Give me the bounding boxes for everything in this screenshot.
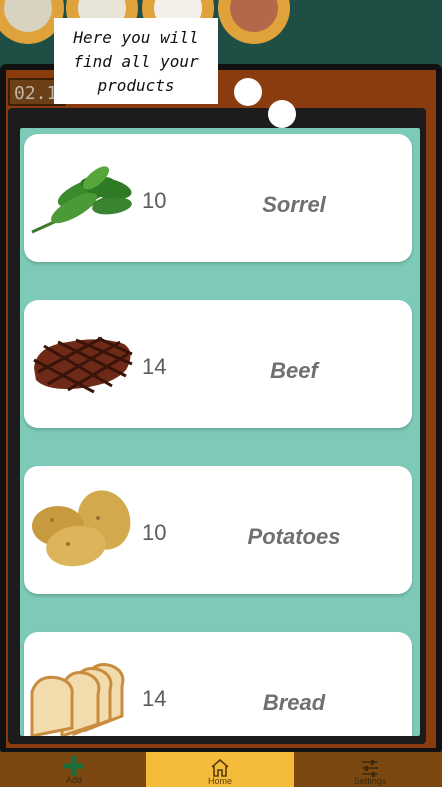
product-name: Sorrel <box>262 192 326 217</box>
product-card-beef[interactable]: 14 Beef <box>24 300 412 428</box>
potatoes-image <box>32 490 131 567</box>
home-icon <box>211 758 229 777</box>
product-quantity: 14 <box>142 686 167 711</box>
plus-icon <box>64 756 84 776</box>
nav-home-label: Home <box>207 776 232 786</box>
sorrel-image <box>31 166 132 234</box>
product-card-sorrel[interactable]: 10 Sorrel <box>24 134 412 262</box>
nav-settings-label: Settings <box>353 776 387 786</box>
product-name: Beef <box>270 358 318 383</box>
beef-image <box>33 336 133 394</box>
nav-settings[interactable]: Settings <box>296 752 442 787</box>
top-product-thumb[interactable] <box>218 0 290 44</box>
product-quantity: 10 <box>142 188 167 213</box>
nav-add-label: Add <box>65 775 82 785</box>
product-list[interactable]: 10 Sorrel 14 Beef 10 Potatoes 14 Bread <box>20 128 420 736</box>
bottom-navigation: Add Home Settings <box>0 752 442 787</box>
tutorial-pointer-dot <box>234 78 262 106</box>
tooltip-line: find all your <box>73 52 199 71</box>
nav-add[interactable]: Add <box>0 752 148 787</box>
product-quantity: 10 <box>142 520 167 545</box>
tutorial-pointer-dot <box>268 100 296 128</box>
nav-home[interactable]: Home <box>146 752 294 787</box>
product-card-potatoes[interactable]: 10 Potatoes <box>24 466 412 594</box>
product-name: Bread <box>262 690 326 715</box>
tooltip-line: Here you will <box>73 28 199 47</box>
product-card-bread[interactable]: 14 Bread <box>24 632 412 736</box>
product-name: Potatoes <box>247 524 341 549</box>
product-quantity: 14 <box>142 354 167 379</box>
tutorial-tooltip[interactable]: Here you will find all your products <box>54 18 218 104</box>
sliders-icon <box>362 760 378 777</box>
tooltip-line: products <box>97 76 175 95</box>
bread-image <box>30 663 125 736</box>
